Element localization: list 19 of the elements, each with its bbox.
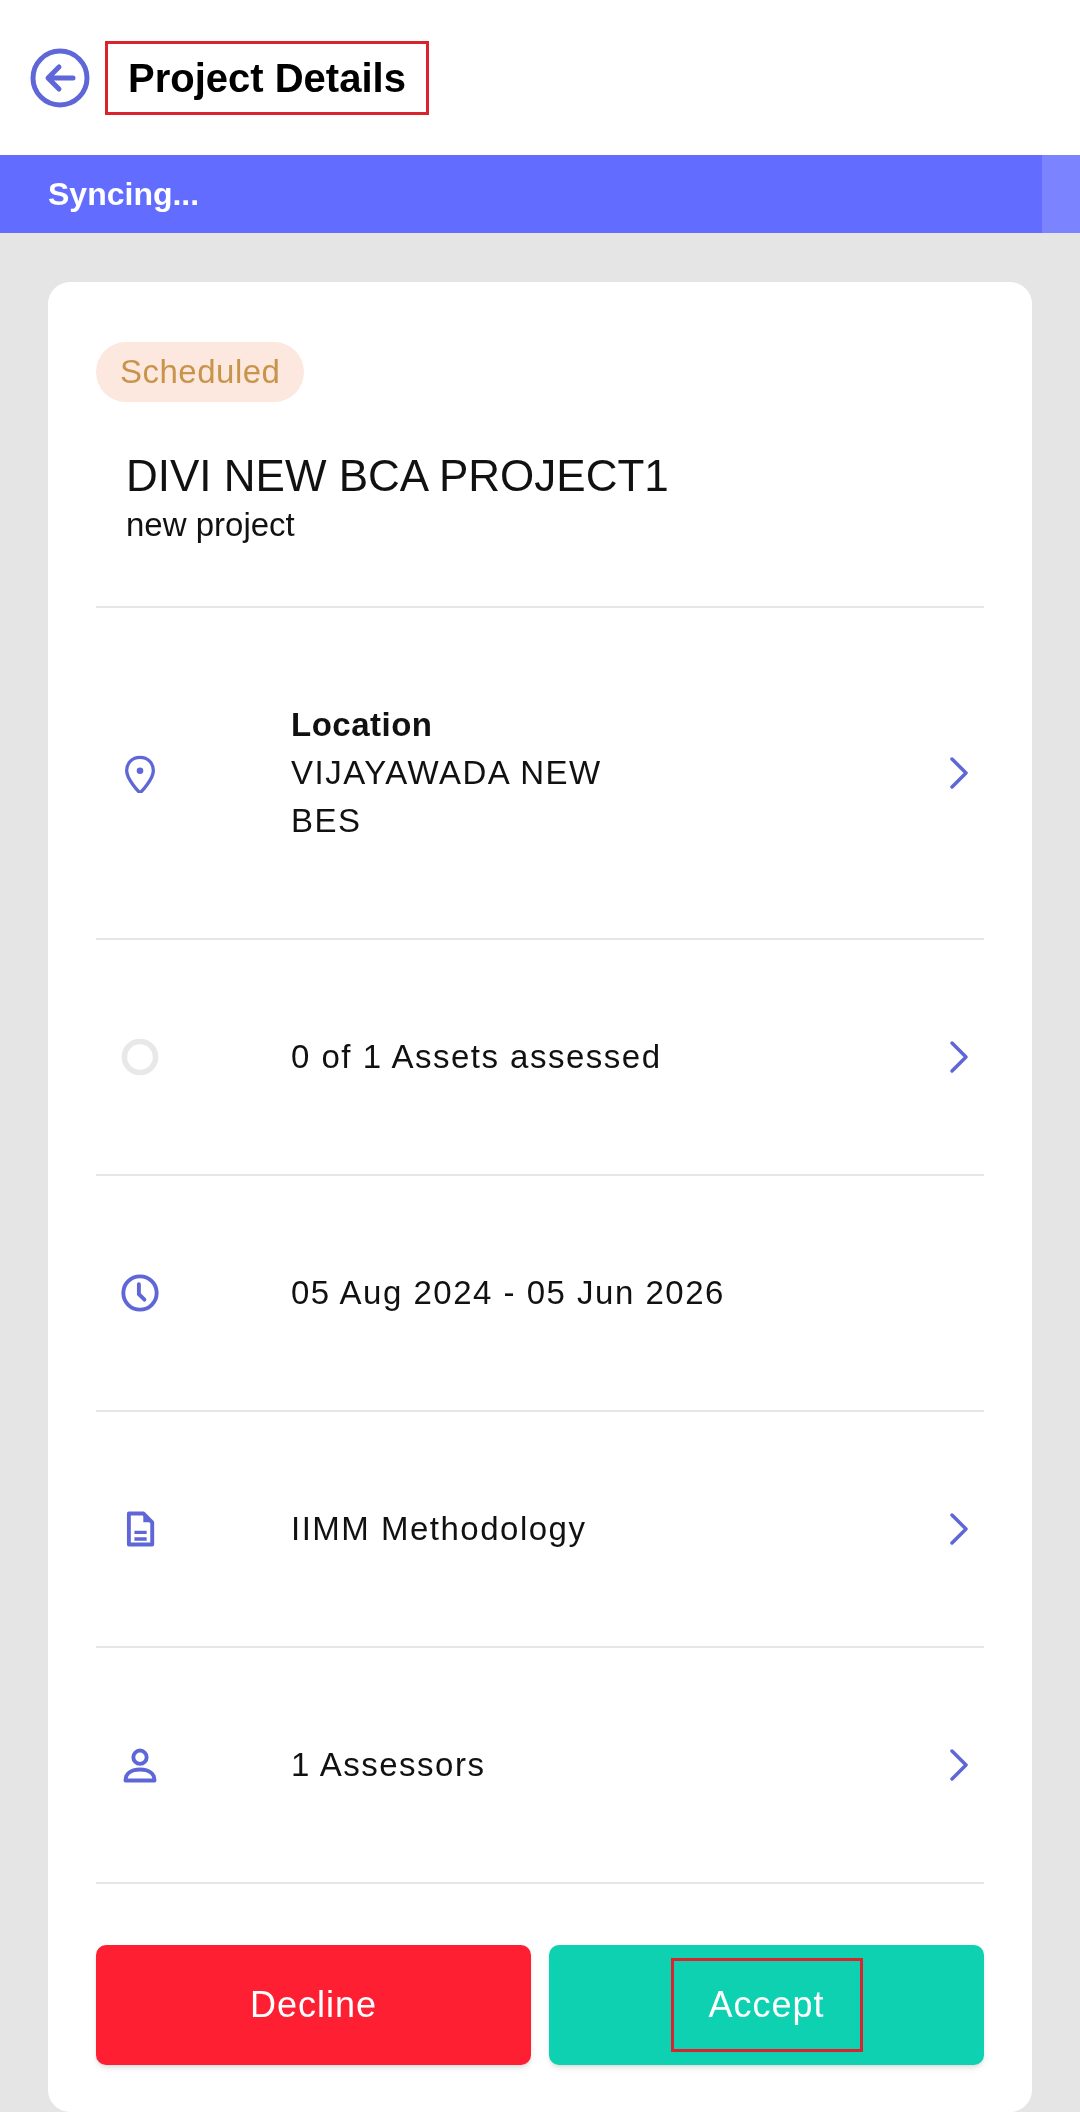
chevron-icon[interactable]	[948, 1039, 970, 1075]
page-title: Project Details	[105, 40, 429, 115]
row-text: IIMM Methodology	[291, 1509, 587, 1549]
status-badge: Scheduled	[96, 342, 305, 402]
decline-button[interactable]: Decline	[96, 1945, 531, 2065]
project-title: DIVI NEW BCA PROJECT1	[126, 450, 670, 502]
accept-button[interactable]: Accept	[549, 1945, 984, 2065]
chevron-icon[interactable]	[948, 1511, 970, 1547]
row-text: 05 Aug 2024 - 05 Jun 2026	[291, 1273, 725, 1313]
row-text: 1 Assessors	[291, 1745, 486, 1785]
clock-icon	[120, 1273, 160, 1313]
chevron-icon[interactable]	[948, 1747, 970, 1783]
sync-status-text: Syncing...	[47, 175, 201, 214]
back-icon[interactable]	[29, 46, 91, 109]
chevron-icon[interactable]	[948, 755, 970, 791]
row-text: VIJAYAWADA NEW BES	[291, 753, 603, 841]
location-label: Location	[291, 705, 433, 745]
row-text: 0 of 1 Assets assessed	[291, 1037, 662, 1077]
project-subtitle: new project	[126, 505, 296, 545]
